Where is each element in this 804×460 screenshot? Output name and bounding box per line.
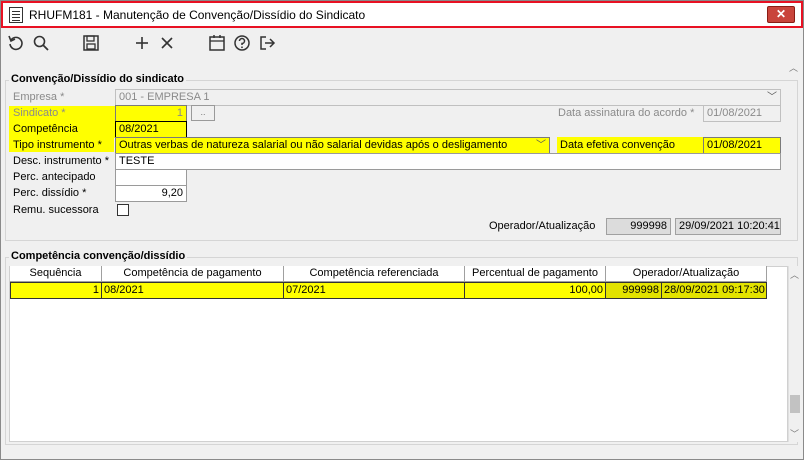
help-icon[interactable] (232, 34, 252, 54)
column-header-competencia-pagamento[interactable]: Competência de pagamento (102, 266, 284, 282)
title-bar: RHUFM181 - Manutenção de Convenção/Dissí… (1, 1, 803, 28)
competencia-label: Competência (13, 123, 78, 135)
document-icon (9, 7, 23, 23)
cell-operador[interactable]: 999998 (605, 282, 662, 299)
undo-icon[interactable] (6, 34, 26, 54)
exit-icon[interactable] (257, 34, 277, 54)
add-icon[interactable] (132, 34, 152, 54)
column-header-competencia-referenciada[interactable]: Competência referenciada (284, 266, 465, 282)
column-header-operador[interactable]: Operador/Atualização (606, 266, 767, 282)
data-efetiva-field[interactable]: 01/08/2021 (703, 137, 781, 154)
empresa-label: Empresa * (13, 91, 65, 103)
scroll-thumb[interactable] (790, 395, 800, 413)
perc-antecipado-field[interactable] (115, 169, 187, 186)
search-icon[interactable] (31, 34, 51, 54)
data-assinatura-field[interactable]: 01/08/2021 (703, 105, 781, 122)
calendar-icon[interactable] (207, 34, 227, 54)
column-header-percentual[interactable]: Percentual de pagamento (465, 266, 606, 282)
cell-atualizacao[interactable]: 28/09/2021 09:17:30 (661, 282, 767, 299)
perc-dissidio-label: Perc. dissídio * (13, 187, 87, 199)
empresa-select[interactable]: 001 - EMPRESA 1 ﹀ (115, 89, 781, 106)
cell-percentual[interactable]: 100,00 (464, 282, 606, 299)
cell-competencia-referenciada[interactable]: 07/2021 (283, 282, 465, 299)
delete-icon[interactable] (157, 34, 177, 54)
save-icon[interactable] (81, 34, 101, 54)
window-title: RHUFM181 - Manutenção de Convenção/Dissí… (29, 8, 366, 22)
cell-competencia-pagamento[interactable]: 08/2021 (101, 282, 284, 299)
tipo-instrumento-value: Outras verbas de natureza salarial ou nã… (119, 139, 508, 151)
operador-label: Operador/Atualização (489, 220, 596, 232)
perc-dissidio-field[interactable]: 9,20 (115, 185, 187, 202)
chevron-down-icon: ﹀ (767, 92, 777, 103)
empresa-value: 001 - EMPRESA 1 (119, 91, 210, 103)
close-button[interactable]: ✕ (767, 6, 795, 23)
competencia-section-title: Competência convenção/dissídio (9, 250, 188, 262)
remu-sucessora-label: Remu. sucessora (13, 204, 99, 216)
cell-sequencia[interactable]: 1 (10, 282, 102, 299)
main-window: RHUFM181 - Manutenção de Convenção/Dissí… (0, 0, 804, 460)
data-efetiva-label: Data efetiva convenção (560, 139, 675, 151)
competencia-field[interactable]: 08/2021 (115, 121, 187, 138)
vertical-scrollbar[interactable] (788, 266, 802, 442)
sindicato-label: Sindicato * (13, 107, 66, 119)
sindicato-field[interactable]: 1 (115, 105, 187, 122)
main-scrollbar[interactable]: ︿ (789, 61, 801, 77)
chevron-down-icon: ﹀ (536, 140, 546, 151)
column-header-sequencia[interactable]: Sequência (10, 266, 102, 282)
tipo-instrumento-label: Tipo instrumento * (13, 139, 102, 151)
sindicato-lookup-button[interactable]: .. (191, 105, 215, 121)
operador-field: 999998 (606, 218, 671, 235)
data-assinatura-label: Data assinatura do acordo * (558, 107, 695, 119)
desc-instrumento-label: Desc. instrumento * (13, 155, 109, 167)
remu-sucessora-checkbox[interactable] (117, 204, 129, 216)
convencao-section-title: Convenção/Dissídio do sindicato (9, 73, 186, 85)
scroll-up-icon[interactable]: ︿ (790, 268, 799, 281)
perc-antecipado-label: Perc. antecipado (13, 171, 96, 183)
desc-instrumento-field[interactable]: TESTE (115, 153, 781, 170)
tipo-instrumento-select[interactable]: Outras verbas de natureza salarial ou nã… (115, 137, 550, 154)
atualizacao-field: 29/09/2021 10:20:41 (675, 218, 781, 235)
scroll-down-icon[interactable]: ﹀ (790, 427, 799, 440)
